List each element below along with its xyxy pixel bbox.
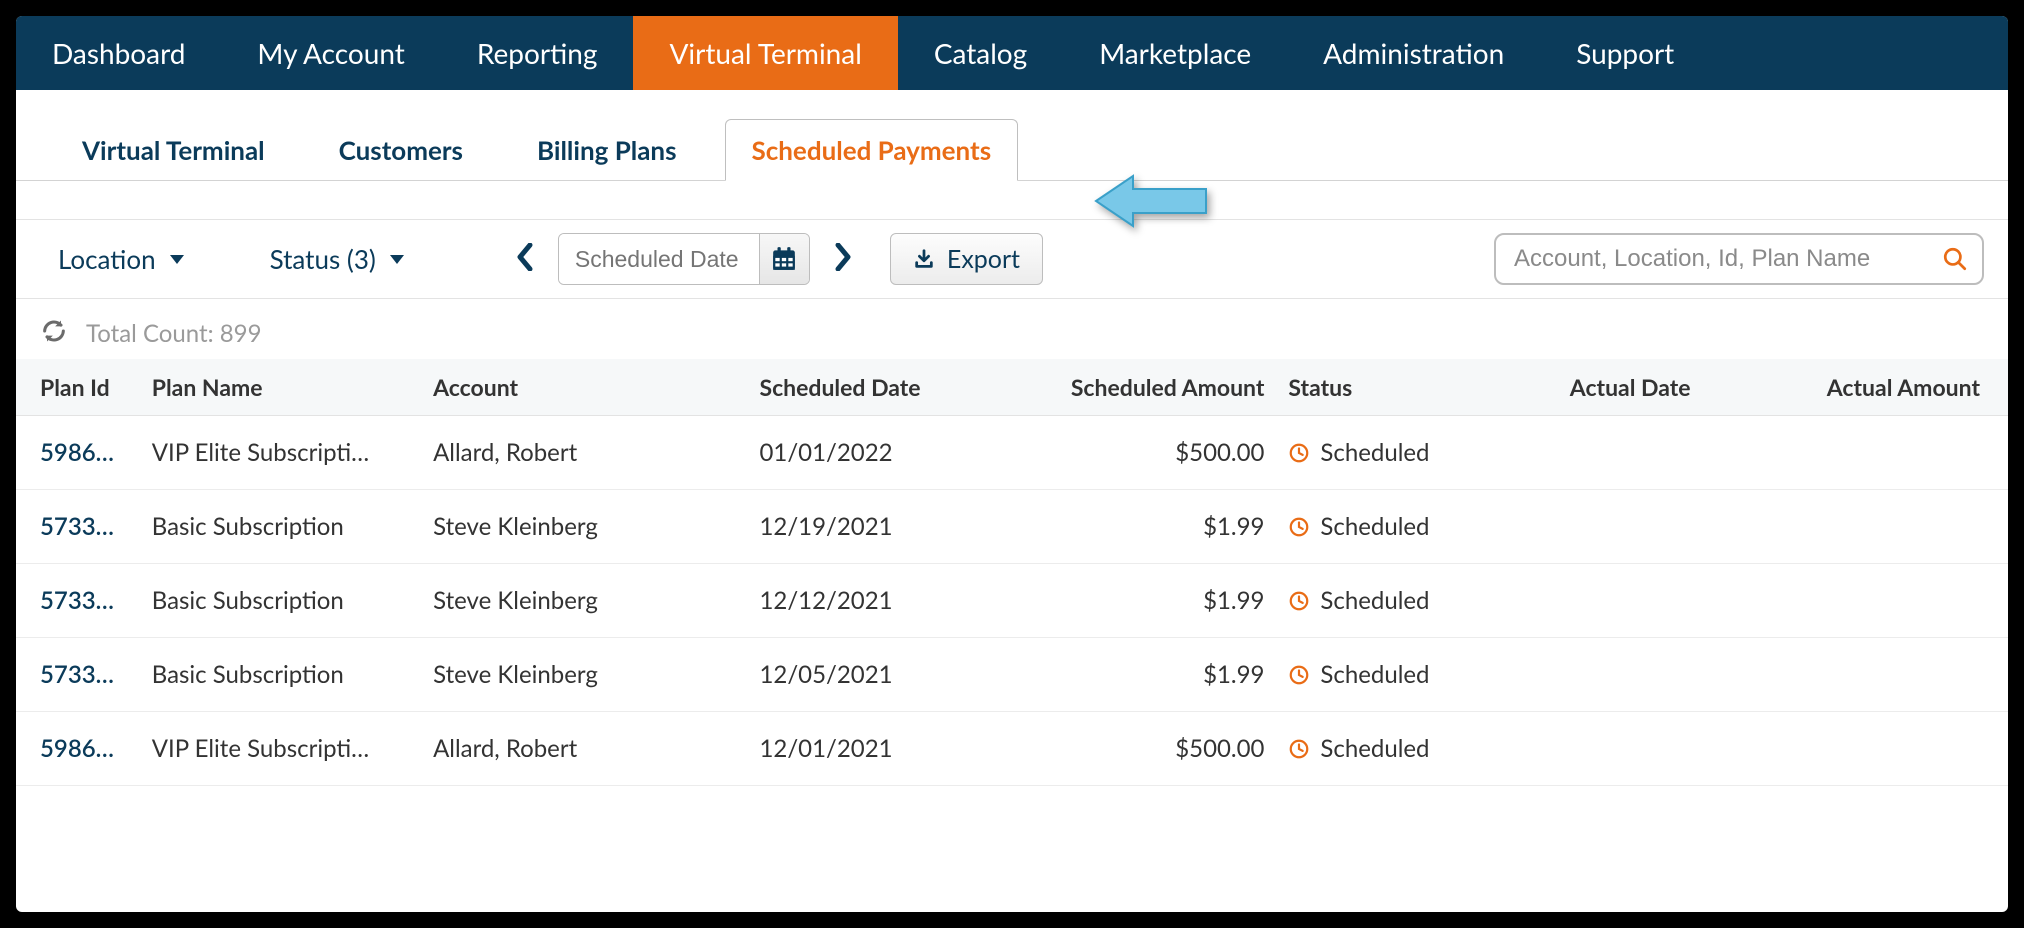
table-row[interactable]: 5733…Basic SubscriptionSteve Kleinberg12… <box>16 564 2008 638</box>
cell-actual-amount <box>1783 712 2008 786</box>
total-count-label: Total Count: 899 <box>86 319 262 348</box>
cell-plan-name: Basic Subscription <box>140 490 421 564</box>
clock-icon <box>1288 664 1310 686</box>
cell-plan-name: Basic Subscription <box>140 638 421 712</box>
cell-actual-date <box>1558 712 1783 786</box>
nav-item-catalog[interactable]: Catalog <box>898 16 1063 90</box>
cell-scheduled-date: 01/01/2022 <box>747 416 1006 490</box>
cell-scheduled-amount: $1.99 <box>1006 638 1276 712</box>
cell-scheduled-amount: $1.99 <box>1006 564 1276 638</box>
subtab-billing-plans[interactable]: Billing Plans <box>511 120 703 180</box>
download-icon <box>913 248 935 270</box>
cell-account: Allard, Robert <box>421 712 747 786</box>
th-plan-name[interactable]: Plan Name <box>140 359 421 416</box>
search-box[interactable] <box>1494 233 1984 285</box>
status-label: Status (3) <box>270 243 376 275</box>
sub-tabs: Virtual Terminal Customers Billing Plans Sc… <box>16 90 2008 181</box>
cell-plan-name: VIP Elite Subscripti… <box>140 416 421 490</box>
th-actual-date[interactable]: Actual Date <box>1558 359 1783 416</box>
cell-scheduled-amount: $500.00 <box>1006 416 1276 490</box>
cell-actual-date <box>1558 564 1783 638</box>
table-row[interactable]: 5986…VIP Elite Subscripti…Allard, Robert… <box>16 416 2008 490</box>
subtab-virtual-terminal[interactable]: Virtual Terminal <box>56 120 291 180</box>
cell-plan-name: Basic Subscription <box>140 564 421 638</box>
table-row[interactable]: 5733…Basic SubscriptionSteve Kleinberg12… <box>16 638 2008 712</box>
cell-actual-amount <box>1783 638 2008 712</box>
cell-plan-id[interactable]: 5986… <box>16 416 140 490</box>
chevron-down-icon <box>390 255 404 264</box>
cell-account: Steve Kleinberg <box>421 564 747 638</box>
nav-item-my-account[interactable]: My Account <box>221 16 440 90</box>
scheduled-date-input[interactable] <box>559 234 759 284</box>
cell-scheduled-date: 12/01/2021 <box>747 712 1006 786</box>
count-row: Total Count: 899 <box>16 299 2008 359</box>
date-next-button[interactable] <box>820 237 866 281</box>
cell-status: Scheduled <box>1276 490 1557 564</box>
search-input[interactable] <box>1514 245 1942 273</box>
cell-status: Scheduled <box>1276 564 1557 638</box>
cell-status: Scheduled <box>1276 712 1557 786</box>
cell-actual-date <box>1558 490 1783 564</box>
table-header-row: Plan Id Plan Name Account Scheduled Date… <box>16 359 2008 416</box>
cell-actual-amount <box>1783 564 2008 638</box>
date-prev-button[interactable] <box>502 237 548 281</box>
nav-item-reporting[interactable]: Reporting <box>441 16 634 90</box>
subtab-customers[interactable]: Customers <box>313 120 489 180</box>
th-plan-id[interactable]: Plan Id <box>16 359 140 416</box>
location-label: Location <box>58 243 156 275</box>
clock-icon <box>1288 516 1310 538</box>
cell-actual-date <box>1558 638 1783 712</box>
cell-account: Allard, Robert <box>421 416 747 490</box>
cell-scheduled-date: 12/19/2021 <box>747 490 1006 564</box>
subtab-scheduled-payments[interactable]: Scheduled Payments <box>725 119 1019 181</box>
cell-plan-id[interactable]: 5733… <box>16 564 140 638</box>
nav-item-virtual-terminal[interactable]: Virtual Terminal <box>633 16 897 90</box>
chevron-left-icon <box>516 243 534 271</box>
export-button[interactable]: Export <box>890 233 1043 285</box>
status-filter[interactable]: Status (3) <box>252 233 422 285</box>
cell-scheduled-amount: $1.99 <box>1006 490 1276 564</box>
chevron-right-icon <box>834 243 852 271</box>
cell-actual-amount <box>1783 416 2008 490</box>
cell-account: Steve Kleinberg <box>421 638 747 712</box>
location-filter[interactable]: Location <box>40 233 202 285</box>
cell-plan-name: VIP Elite Subscripti… <box>140 712 421 786</box>
cell-actual-date <box>1558 416 1783 490</box>
nav-item-marketplace[interactable]: Marketplace <box>1063 16 1287 90</box>
cell-plan-id[interactable]: 5733… <box>16 638 140 712</box>
cell-plan-id[interactable]: 5986… <box>16 712 140 786</box>
table-row[interactable]: 5986…VIP Elite Subscripti…Allard, Robert… <box>16 712 2008 786</box>
calendar-button[interactable] <box>759 234 809 284</box>
th-account[interactable]: Account <box>421 359 747 416</box>
cell-account: Steve Kleinberg <box>421 490 747 564</box>
clock-icon <box>1288 738 1310 760</box>
cell-actual-amount <box>1783 490 2008 564</box>
th-scheduled-amount[interactable]: Scheduled Amount <box>1006 359 1276 416</box>
cell-scheduled-amount: $500.00 <box>1006 712 1276 786</box>
th-status[interactable]: Status <box>1276 359 1557 416</box>
payments-table: Plan Id Plan Name Account Scheduled Date… <box>16 359 2008 786</box>
refresh-button[interactable] <box>40 317 68 349</box>
th-scheduled-date[interactable]: Scheduled Date <box>747 359 1006 416</box>
cell-plan-id[interactable]: 5733… <box>16 490 140 564</box>
th-actual-amount[interactable]: Actual Amount <box>1783 359 2008 416</box>
cell-scheduled-date: 12/12/2021 <box>747 564 1006 638</box>
nav-item-administration[interactable]: Administration <box>1287 16 1540 90</box>
cell-scheduled-date: 12/05/2021 <box>747 638 1006 712</box>
nav-item-dashboard[interactable]: Dashboard <box>16 16 221 90</box>
filter-bar: Location Status (3) <box>16 219 2008 299</box>
export-label: Export <box>947 244 1020 274</box>
refresh-icon <box>40 317 68 345</box>
cell-status: Scheduled <box>1276 638 1557 712</box>
chevron-down-icon <box>170 255 184 264</box>
clock-icon <box>1288 442 1310 464</box>
nav-item-support[interactable]: Support <box>1540 16 1710 90</box>
table-row[interactable]: 5733…Basic SubscriptionSteve Kleinberg12… <box>16 490 2008 564</box>
calendar-icon <box>771 246 797 272</box>
date-input-group <box>558 233 810 285</box>
cell-status: Scheduled <box>1276 416 1557 490</box>
search-icon <box>1942 246 1968 272</box>
top-nav: DashboardMy AccountReportingVirtual Term… <box>16 16 2008 90</box>
clock-icon <box>1288 590 1310 612</box>
